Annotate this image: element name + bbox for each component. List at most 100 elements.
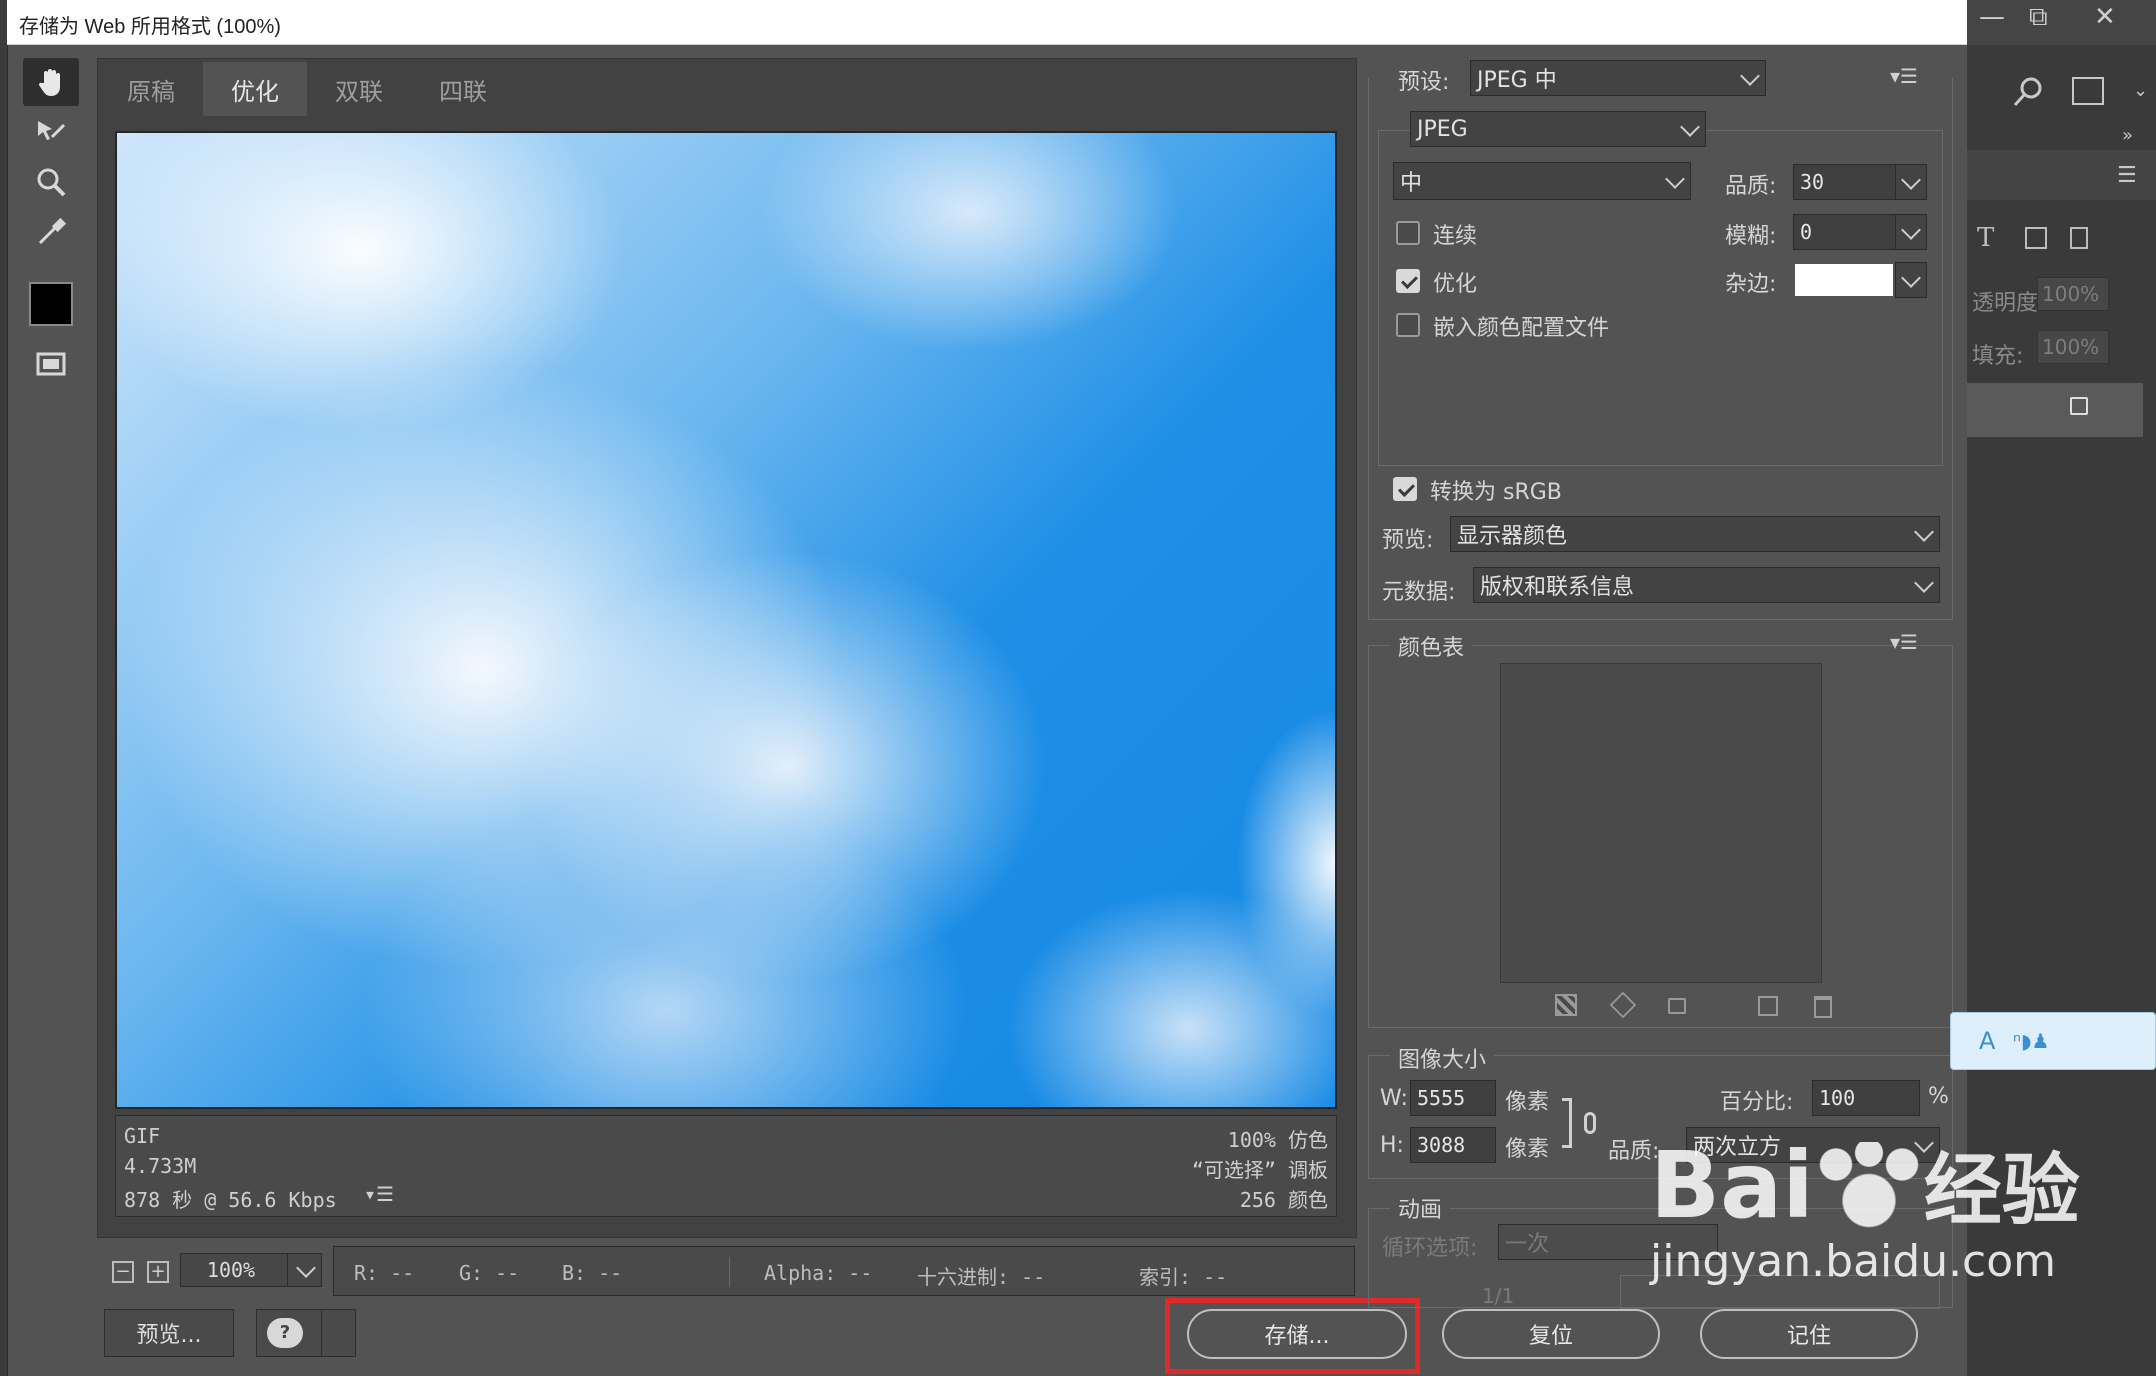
zoom-icon bbox=[37, 168, 66, 197]
hand-icon bbox=[38, 69, 60, 96]
quality-dropdown[interactable] bbox=[1895, 164, 1927, 200]
loop-options-value: 一次 bbox=[1505, 1232, 1550, 1257]
quality-preset-value: 中 bbox=[1400, 171, 1423, 196]
constrain-bracket bbox=[1562, 1098, 1572, 1148]
map-transparent-icon[interactable] bbox=[1555, 994, 1577, 1016]
chevron-down-icon bbox=[287, 1254, 321, 1286]
readout-b: B: -- bbox=[562, 1261, 623, 1285]
frame-counter: 1/1 bbox=[1482, 1284, 1515, 1308]
download-speed-menu-icon[interactable]: ▾☰ bbox=[364, 1182, 394, 1206]
progressive-checkbox[interactable] bbox=[1396, 221, 1420, 245]
width-unit: 像素 bbox=[1505, 1090, 1550, 1115]
ime-mode-icon[interactable]: A bbox=[1979, 1027, 1995, 1055]
color-table-grid[interactable] bbox=[1500, 663, 1822, 983]
shape-layer-icon[interactable] bbox=[2025, 227, 2047, 249]
reset-button[interactable]: 复位 bbox=[1442, 1309, 1660, 1359]
quality-preset-select[interactable]: 中 bbox=[1393, 162, 1691, 200]
embed-profile-checkbox[interactable] bbox=[1396, 313, 1420, 337]
browser-select-button[interactable]: ? bbox=[256, 1309, 356, 1357]
quality-input[interactable]: 30 bbox=[1793, 164, 1897, 200]
animation-title: 动画 bbox=[1390, 1192, 1451, 1224]
color-readouts: R: -- G: -- B: -- Alpha: -- 十六进制: -- 索引:… bbox=[333, 1246, 1355, 1296]
percent-unit: % bbox=[1928, 1084, 1949, 1109]
eyedropper-tool[interactable] bbox=[23, 208, 79, 256]
save-button[interactable]: 存储... bbox=[1187, 1309, 1407, 1359]
chevron-down-icon bbox=[1901, 170, 1921, 190]
opacity-field[interactable]: 100% bbox=[2037, 277, 2109, 311]
tab-optimized[interactable]: 优化 bbox=[203, 62, 307, 116]
divider bbox=[729, 1257, 730, 1287]
height-unit: 像素 bbox=[1505, 1137, 1550, 1162]
fill-label: 填充: bbox=[1972, 344, 2024, 369]
blur-input[interactable]: 0 bbox=[1793, 214, 1897, 250]
color-table-menu-icon[interactable]: ▾☰ bbox=[1890, 630, 1918, 654]
workspace-icon[interactable] bbox=[2072, 77, 2104, 105]
percent-input[interactable]: 100 bbox=[1812, 1080, 1920, 1116]
smart-object-icon[interactable] bbox=[2070, 227, 2088, 249]
width-input[interactable]: 5555 bbox=[1410, 1080, 1496, 1116]
optimized-image-preview[interactable] bbox=[115, 131, 1337, 1109]
search-icon[interactable] bbox=[2012, 75, 2046, 113]
layer-row[interactable] bbox=[1967, 383, 2143, 437]
dialog-title: 存储为 Web 所用格式 (100%) bbox=[19, 16, 281, 38]
baidu-watermark: Bai 经验 jingyan.baidu.com bbox=[1650, 1140, 2080, 1288]
preview-color-select[interactable]: 显示器颜色 bbox=[1450, 516, 1940, 552]
type-layer-icon[interactable]: T bbox=[1977, 223, 1994, 253]
remember-button[interactable]: 记住 bbox=[1700, 1309, 1918, 1359]
zoom-in-button[interactable]: + bbox=[147, 1261, 169, 1283]
preview-button[interactable]: 预览... bbox=[104, 1309, 234, 1357]
chevron-down-icon[interactable]: ⌄ bbox=[2133, 80, 2148, 101]
watermark-brand-tail: 经验 bbox=[1923, 1146, 2080, 1236]
delete-color-icon[interactable] bbox=[1814, 996, 1832, 1018]
optimized-checkbox[interactable] bbox=[1396, 269, 1420, 293]
height-input[interactable]: 3088 bbox=[1410, 1127, 1496, 1163]
lock-icon bbox=[2070, 397, 2088, 415]
tab-4up[interactable]: 四联 bbox=[411, 62, 515, 116]
color-table-title: 颜色表 bbox=[1390, 630, 1473, 662]
metadata-select[interactable]: 版权和联系信息 bbox=[1473, 567, 1940, 603]
collapse-icon[interactable]: » bbox=[2122, 125, 2133, 146]
zoom-tool[interactable] bbox=[23, 158, 79, 206]
link-icon[interactable] bbox=[1584, 1112, 1596, 1134]
colors-info: 256 颜色 bbox=[1239, 1188, 1328, 1212]
chevron-down-icon bbox=[1665, 169, 1685, 189]
zoom-out-button[interactable]: − bbox=[112, 1261, 134, 1283]
restore-button[interactable]: ⧉ bbox=[2029, 2, 2048, 33]
format-value: JPEG bbox=[1417, 116, 1468, 142]
ime-tools-icon[interactable]: ⁿ◗♟ bbox=[2013, 1029, 2049, 1053]
zoom-level-select[interactable]: 100% bbox=[180, 1253, 322, 1287]
tab-2up[interactable]: 双联 bbox=[307, 62, 411, 116]
readout-g: G: -- bbox=[459, 1261, 520, 1285]
palette-info: “可选择” 调板 bbox=[1191, 1158, 1328, 1182]
matte-color-swatch[interactable] bbox=[1795, 264, 1893, 296]
ime-toolbar[interactable]: A ⁿ◗♟ bbox=[1950, 1012, 2156, 1070]
hand-tool[interactable] bbox=[23, 58, 79, 106]
eyedropper-color-swatch[interactable] bbox=[29, 282, 73, 326]
layer-footer bbox=[1967, 1335, 2156, 1376]
close-button[interactable]: ✕ bbox=[2094, 2, 2116, 32]
fill-field[interactable]: 100% bbox=[2037, 330, 2109, 364]
preset-select[interactable]: JPEG 中 bbox=[1470, 60, 1766, 96]
watermark-url: jingyan.baidu.com bbox=[1650, 1236, 2057, 1287]
convert-srgb-checkbox[interactable] bbox=[1393, 477, 1417, 501]
metadata-label: 元数据: bbox=[1382, 580, 1456, 605]
matte-dropdown[interactable] bbox=[1895, 262, 1927, 298]
tab-original[interactable]: 原稿 bbox=[99, 62, 203, 116]
slice-select-tool[interactable] bbox=[23, 108, 79, 156]
chevron-down-icon bbox=[1901, 220, 1921, 240]
readout-hex: 十六进制: -- bbox=[917, 1265, 1046, 1289]
opacity-label: 透明度: bbox=[1972, 291, 2046, 316]
zoom-level-value: 100% bbox=[206, 1258, 256, 1282]
embed-profile-label: 嵌入颜色配置文件 bbox=[1433, 316, 1610, 341]
optimize-menu-icon[interactable]: ▾☰ bbox=[1890, 64, 1918, 88]
preset-value: JPEG 中 bbox=[1477, 68, 1557, 93]
lock-color-icon[interactable] bbox=[1668, 998, 1686, 1014]
minimize-button[interactable]: — bbox=[1979, 2, 2005, 32]
toggle-slices-tool[interactable] bbox=[23, 340, 79, 388]
format-select[interactable]: JPEG bbox=[1410, 111, 1706, 147]
new-color-icon[interactable] bbox=[1758, 996, 1778, 1016]
dialog-titlebar: 存储为 Web 所用格式 (100%) bbox=[7, 0, 1967, 45]
blur-dropdown[interactable] bbox=[1895, 214, 1927, 250]
panel-menu-icon[interactable]: ☰ bbox=[2117, 163, 2137, 188]
image-size-title: 图像大小 bbox=[1390, 1042, 1495, 1074]
